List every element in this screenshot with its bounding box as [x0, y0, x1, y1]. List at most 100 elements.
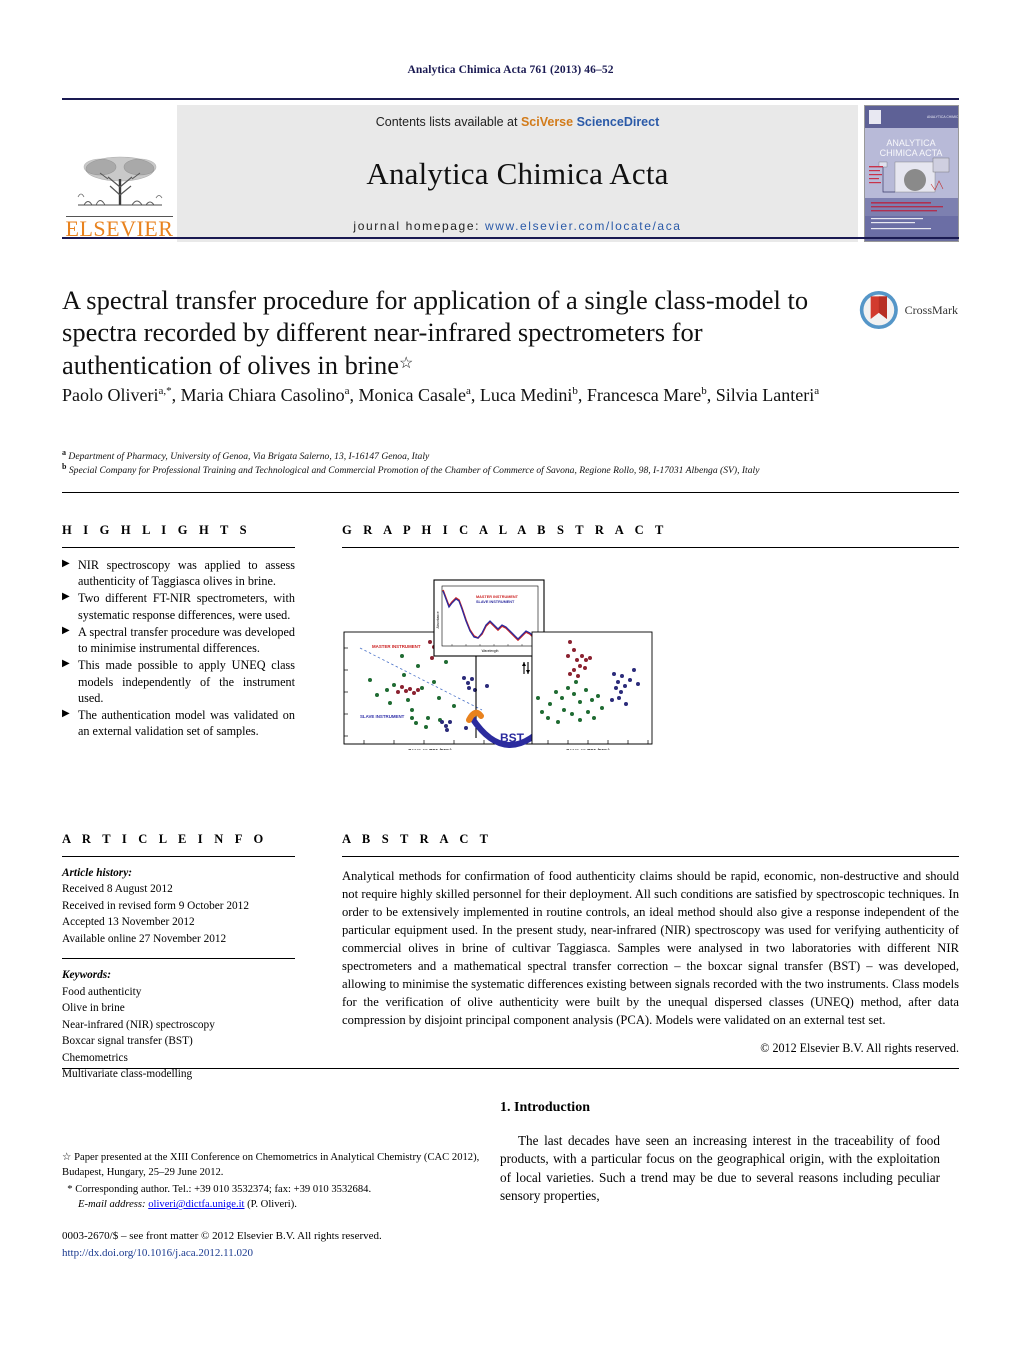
sciencedirect-text: ScienceDirect — [573, 115, 660, 129]
right-xlabel: Score on PC1 (56%) — [566, 748, 610, 750]
cover-art-icon: ANALYTICA CHIMICA ACTA ANALYTICA CHIMICA… — [865, 106, 958, 236]
introduction-heading: 1. Introduction — [500, 1100, 590, 1115]
list-item: ▶ Two different FT-NIR spectrometers, wit… — [62, 590, 295, 622]
footnote-asterisk-marker: * — [67, 1184, 73, 1196]
history-item: Available online 27 November 2012 — [62, 932, 227, 945]
highlights-heading: H I G H L I G H T S — [62, 523, 251, 537]
list-item: ▶ This made possible to apply UNEQ class … — [62, 657, 295, 706]
affiliation-b: b Special Company for Professional Train… — [62, 461, 862, 478]
affiliation-a: a Department of Pharmacy, University of … — [62, 447, 862, 464]
elsevier-logo: ELSEVIER — [62, 105, 177, 242]
article-title-text: A spectral transfer procedure for applic… — [62, 285, 809, 380]
footnote-corresponding: * Corresponding author. Tel.: +39 010 35… — [62, 1182, 502, 1197]
imprint-block: 0003-2670/$ – see front matter © 2012 El… — [62, 1228, 522, 1261]
crossmark-icon — [859, 290, 898, 330]
abstract-bottom-rule — [62, 1068, 959, 1069]
title-footnote-marker: ☆ — [399, 354, 414, 372]
graphical-abstract-rule — [342, 547, 959, 548]
highlights-section: H I G H L I G H T S ▶ NIR spectroscopy wa… — [62, 523, 295, 740]
footnote-corresponding-text: Corresponding author. Tel.: +39 010 3532… — [75, 1184, 372, 1196]
journal-homepage-line: journal homepage: www.elsevier.com/locat… — [353, 219, 681, 233]
author-affil-marker: b — [701, 385, 707, 397]
keyword-item: Chemometrics — [62, 1051, 128, 1064]
affil-marker-a: a — [62, 447, 66, 457]
elsevier-tree-icon — [77, 156, 162, 206]
affiliation-a-text: Department of Pharmacy, University of Ge… — [68, 451, 430, 462]
list-item: ▶ A spectral transfer procedure was devel… — [62, 624, 295, 656]
running-head: Analytica Chimica Acta 761 (2013) 46–52 — [407, 64, 614, 76]
left-master-label: MASTER INSTRUMENT — [372, 644, 421, 649]
list-item: ▶ The authentication model was validated … — [62, 707, 295, 739]
article-info-heading: A R T I C L E I N F O — [62, 832, 268, 846]
bst-label: BST — [500, 731, 525, 745]
article-info-section: A R T I C L E I N F O Article history: R… — [62, 832, 295, 1083]
page-title: A spectral transfer procedure for applic… — [62, 284, 822, 381]
article-history-block: Article history: Received 8 August 2012 … — [62, 857, 295, 947]
keyword-item: Near-infrared (NIR) spectroscopy — [62, 1018, 215, 1031]
crossmark-label: CrossMark — [904, 302, 958, 317]
abstract-body: Analytical methods for confirmation of f… — [342, 869, 959, 1027]
email-address-label: E-mail address: — [78, 1199, 146, 1211]
highlight-text: The authentication model was validated o… — [78, 707, 295, 739]
affiliation-b-text: Special Company for Professional Trainin… — [68, 464, 760, 476]
right-scatter-panel: Score on PC1 (56%) — [531, 631, 653, 753]
keyword-item: Boxcar signal transfer (BST) — [62, 1035, 193, 1048]
highlight-text: A spectral transfer procedure was develo… — [78, 624, 295, 656]
highlights-list: ▶ NIR spectroscopy was applied to assess … — [62, 548, 295, 739]
graphical-abstract-section: G R A P H I C A L A B S T R A C T MASTER… — [342, 523, 959, 753]
svg-text:ANALYTICA CHIMICA ACTA: ANALYTICA CHIMICA ACTA — [927, 115, 958, 119]
graphical-abstract-figure: MASTER INSTRUMENT SLAVE INSTRUMENT Score… — [342, 570, 956, 753]
footnote-star-marker: ☆ — [62, 1152, 72, 1163]
abstract-copyright: © 2012 Elsevier B.V. All rights reserved… — [760, 1041, 959, 1055]
masthead-center: Contents lists available at SciVerse Sci… — [177, 105, 858, 242]
svg-text:CHIMICA ACTA: CHIMICA ACTA — [880, 148, 943, 158]
article-history-label: Article history: — [62, 867, 132, 879]
sciverse-text: SciVerse — [520, 115, 574, 129]
left-xlabel: Score on PC1 (56%) — [408, 748, 452, 750]
inset-xlabel: Wavelength — [482, 649, 499, 653]
keywords-label: Keywords: — [62, 969, 111, 982]
abstract-heading: A B S T R A C T — [342, 832, 493, 846]
masthead-bottom-rule — [62, 237, 959, 239]
graphical-abstract-heading: G R A P H I C A L A B S T R A C T — [342, 523, 668, 537]
left-slave-label: SLAVE INSTRUMENT — [360, 714, 405, 719]
highlight-text: This made possible to apply UNEQ class m… — [78, 658, 295, 705]
journal-title: Analytica Chimica Acta — [366, 156, 669, 191]
highlight-text: Two different FT-NIR spectrometers, with… — [78, 591, 295, 622]
contents-prefix: Contents lists available at — [375, 115, 521, 129]
footnote-email: E-mail address: oliveri@dictfa.unige.it … — [62, 1197, 502, 1212]
keywords-block: Keywords: Food authenticity Olive in bri… — [62, 959, 295, 1082]
email-address-link[interactable]: oliveri@dictfa.unige.it — [148, 1199, 244, 1210]
footnote-conference-text: Paper presented at the XIII Conference o… — [62, 1152, 480, 1179]
affil-marker-b: b — [62, 461, 67, 471]
imprint-line: 0003-2670/$ – see front matter © 2012 El… — [62, 1230, 382, 1242]
inset-slave-legend: SLAVE INSTRUMENT — [476, 600, 515, 604]
sciverse-sciencedirect-link[interactable]: SciVerse ScienceDirect — [521, 115, 659, 129]
contents-list-line: Contents lists available at SciVerse Sci… — [376, 115, 660, 129]
paper-page: Analytica Chimica Acta 761 (2013) 46–52 … — [0, 0, 1021, 1351]
introduction-paragraph: The last decades have seen an increasing… — [500, 1133, 940, 1204]
homepage-url-link[interactable]: www.elsevier.com/locate/aca — [485, 219, 682, 233]
bullet-icon: ▶ — [62, 624, 70, 636]
crossmark-badge[interactable]: CrossMark — [858, 283, 958, 337]
author-affil-marker: a — [344, 385, 350, 397]
journal-masthead: ELSEVIER Contents lists available at Sci… — [62, 98, 959, 242]
footnotes-block: ☆ Paper presented at the XIII Conference… — [62, 1150, 502, 1212]
doi-link[interactable]: http://dx.doi.org/10.1016/j.aca.2012.11.… — [62, 1245, 522, 1262]
introduction-section: 1. Introduction The last decades have se… — [500, 1100, 940, 1206]
homepage-prefix: journal homepage: — [353, 219, 485, 233]
footnote-conference: ☆ Paper presented at the XIII Conference… — [62, 1150, 502, 1180]
history-item: Received 8 August 2012 — [62, 883, 173, 896]
keyword-item: Food authenticity — [62, 985, 142, 998]
bullet-icon: ▶ — [62, 558, 70, 569]
abstract-section: A B S T R A C T Analytical methods for c… — [342, 832, 959, 1056]
author-affil-marker: a,* — [158, 385, 172, 397]
bullet-icon: ▶ — [62, 707, 70, 719]
inset-ylabel: Absorbance — [436, 611, 440, 628]
history-item: Received in revised form 9 October 2012 — [62, 899, 249, 912]
bullet-icon: ▶ — [62, 591, 70, 603]
author-affil-marker: b — [572, 385, 578, 397]
svg-text:ANALYTICA: ANALYTICA — [886, 138, 935, 148]
affiliations: a Department of Pharmacy, University of … — [62, 447, 862, 478]
history-item: Accepted 13 November 2012 — [62, 916, 195, 929]
